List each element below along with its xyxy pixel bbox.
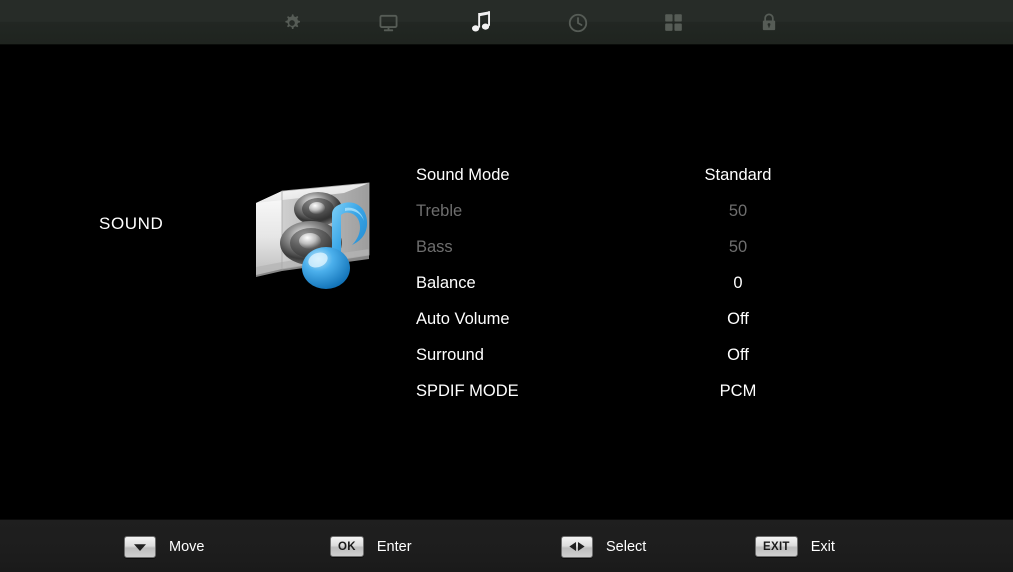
setting-row[interactable]: Bass 50 — [416, 229, 836, 265]
setting-row[interactable]: Sound Mode Standard — [416, 157, 836, 193]
setting-value[interactable]: 0 — [652, 265, 824, 301]
tab-settings[interactable] — [265, 0, 319, 45]
setting-row[interactable]: SPDIF MODE PCM — [416, 373, 836, 409]
setting-row[interactable]: Treble 50 — [416, 193, 836, 229]
tab-lock[interactable] — [742, 0, 796, 45]
speaker-with-music-note-illustration — [248, 167, 388, 292]
help-label: Exit — [810, 538, 835, 555]
setting-row[interactable]: Balance 0 — [416, 265, 836, 301]
left-right-arrow-icon[interactable] — [561, 535, 593, 558]
down-arrow-icon[interactable] — [124, 535, 156, 558]
monitor-icon — [377, 12, 400, 34]
setting-value[interactable]: 50 — [652, 193, 824, 229]
help-label: Move — [169, 538, 205, 555]
setting-value[interactable]: Standard — [652, 157, 824, 193]
key-label[interactable]: OK — [330, 536, 364, 557]
setting-row[interactable]: Auto Volume Off — [416, 301, 836, 337]
sound-settings-list: Sound Mode Standard Treble 50 Bass 50 Balance 0… — [416, 157, 836, 409]
key-label[interactable]: EXIT — [755, 536, 798, 557]
setting-value[interactable]: 50 — [652, 229, 824, 265]
help-label: Select — [606, 538, 647, 555]
setting-label: Auto Volume — [416, 310, 510, 328]
setting-label: SPDIF MODE — [416, 382, 519, 400]
help-select[interactable]: Select — [561, 520, 646, 572]
tv-osd-screen: SOUND Sound Mode Standard Treble 50 Bass… — [0, 0, 1013, 572]
bottom-help-bar: Move OK Enter Select EXIT Exit — [0, 519, 1013, 572]
help-label: Enter — [376, 538, 412, 555]
help-enter[interactable]: OK Enter — [330, 520, 412, 572]
tab-option[interactable] — [646, 0, 700, 45]
padlock-icon — [759, 11, 779, 34]
setting-label: Treble — [416, 202, 463, 220]
setting-label: Sound Mode — [416, 166, 510, 184]
gear-icon — [281, 12, 303, 34]
setting-label: Bass — [416, 238, 453, 256]
music-note-icon — [471, 10, 495, 36]
tab-picture[interactable] — [361, 0, 415, 45]
help-move[interactable]: Move — [124, 520, 204, 572]
setting-label: Surround — [416, 346, 484, 364]
setting-label: Balance — [416, 274, 476, 292]
tab-sound[interactable] — [456, 0, 510, 45]
clock-icon — [567, 12, 589, 34]
setting-value[interactable]: PCM — [652, 373, 824, 409]
tab-time[interactable] — [551, 0, 605, 45]
setting-value[interactable]: Off — [652, 337, 824, 373]
page-title: SOUND — [99, 214, 164, 233]
main-content: SOUND Sound Mode Standard Treble 50 Bass… — [0, 45, 1013, 519]
grid-icon — [663, 12, 684, 33]
help-exit[interactable]: EXIT Exit — [755, 520, 835, 572]
tab-strip — [0, 0, 1013, 45]
top-tab-bar — [0, 0, 1013, 45]
setting-row[interactable]: Surround Off — [416, 337, 836, 373]
setting-value[interactable]: Off — [652, 301, 824, 337]
